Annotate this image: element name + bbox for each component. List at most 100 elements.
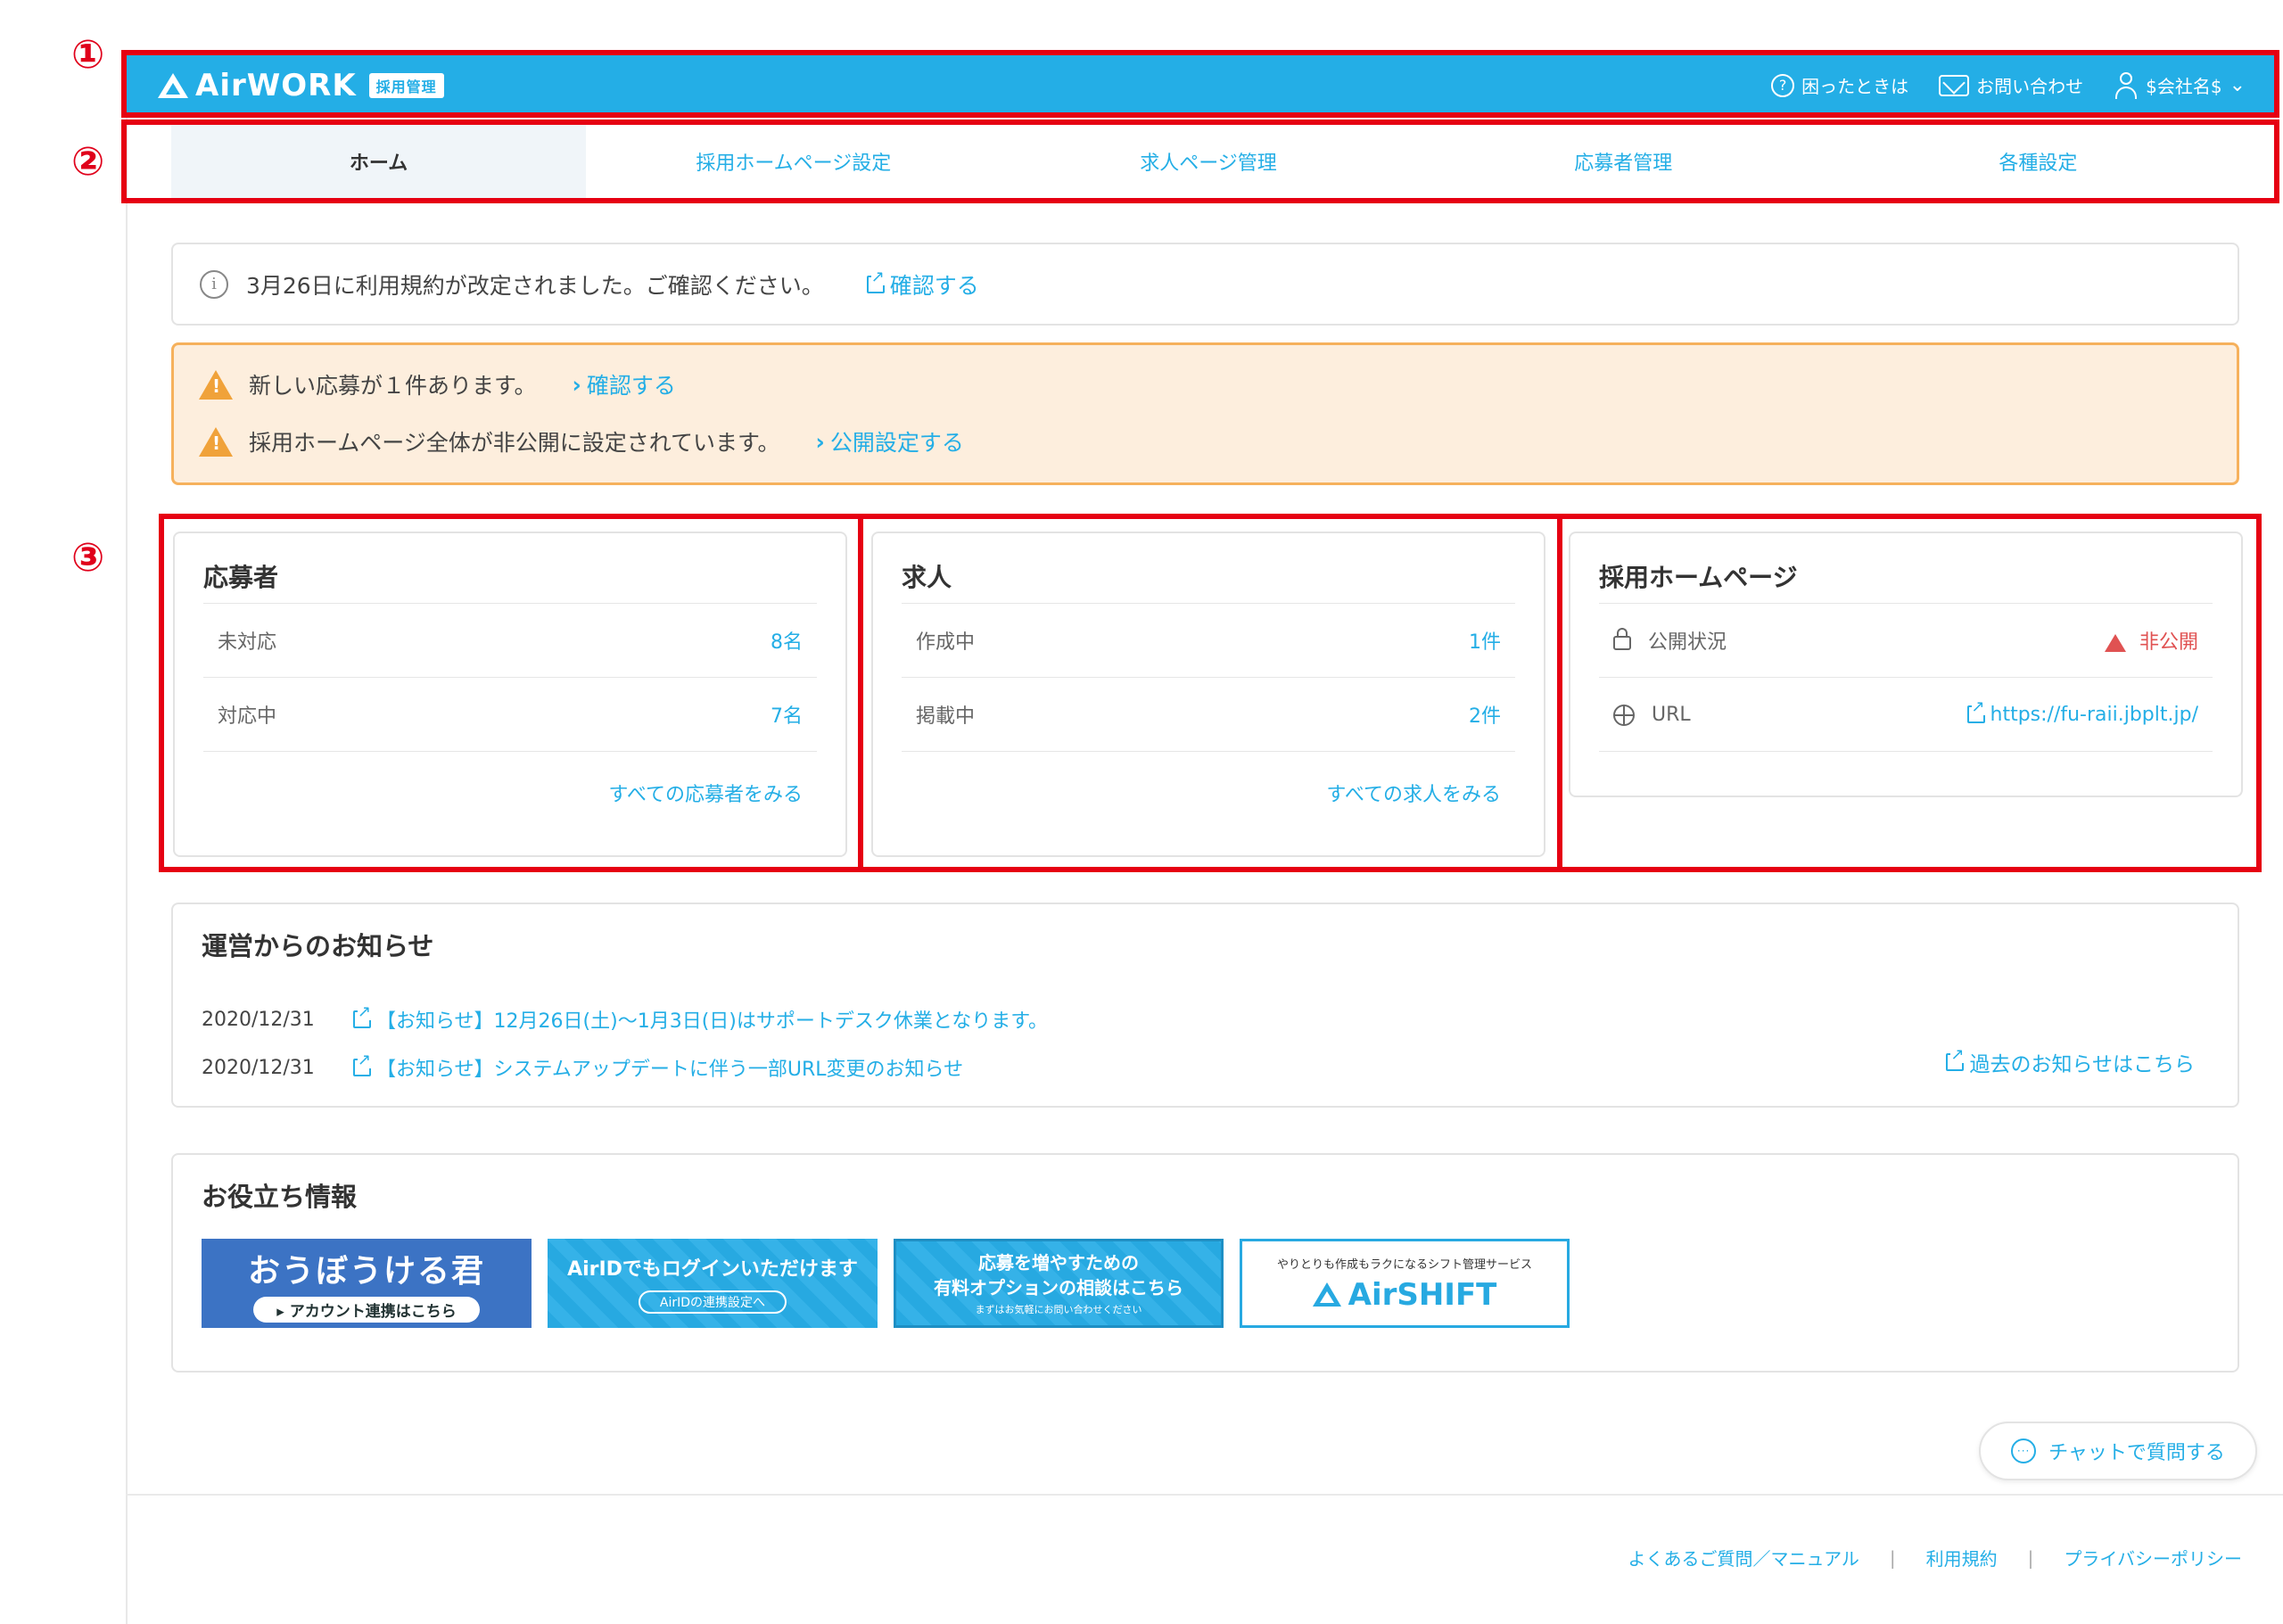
news-date: 2020/12/31 <box>202 1008 315 1031</box>
airshift-banner-title-wrap: AirSHIFT <box>1312 1277 1496 1313</box>
paid-option-banner[interactable]: 応募を増やすための 有料オプションの相談はこちら まずはお気軽にお問い合わせくだ… <box>894 1239 1224 1328</box>
logo-text: AirWORK <box>195 67 357 103</box>
jobs-draft-row[interactable]: 作成中 1件 <box>902 604 1515 678</box>
footer-separator: | <box>2027 1546 2034 1569</box>
card-title: 求人 <box>902 553 1515 604</box>
news-item: 2020/12/31 【お知らせ】12月26日(土)～1月3日(日)はサポートデ… <box>202 995 2209 1043</box>
past-news-link[interactable]: 過去のお知らせはこちら <box>1946 1047 2195 1077</box>
status-badge[interactable]: 非公開 <box>2104 626 2198 655</box>
all-applicants-link[interactable]: すべての応募者をみる <box>203 752 817 807</box>
status-value: 非公開 <box>2139 631 2198 654</box>
airid-banner-title: AirIDでもログインいただけます <box>567 1258 858 1281</box>
row-label: 公開状況 <box>1648 631 1727 654</box>
external-link-icon <box>866 268 885 293</box>
warning-icon <box>199 369 233 400</box>
news-item: 2020/12/31 【お知らせ】システムアップデートに伴う一部URL変更のお知… <box>202 1043 2209 1092</box>
paid-option-line2: 有料オプションの相談はこちら <box>934 1277 1183 1298</box>
contact-label: お問い合わせ <box>1976 76 2084 97</box>
airshift-banner[interactable]: やりとりも作成もラクになるシフト管理サービス AirSHIFT <box>1240 1239 1570 1328</box>
terms-confirm-link[interactable]: 確認する <box>866 268 979 301</box>
paid-option-line1: 応募を増やすための <box>978 1252 1139 1274</box>
homepage-status-row: 公開状況 非公開 <box>1599 604 2213 678</box>
publish-settings-link[interactable]: › 公開設定する <box>816 425 964 458</box>
applicants-card: 応募者 未対応 8名 対応中 7名 すべての応募者をみる <box>173 532 847 857</box>
airshift-banner-sub: やりとりも作成もラクになるシフト管理サービス <box>1276 1257 1532 1272</box>
app-header: AirWORK 採用管理 ? 困ったときは お問い合わせ $会社名$ ⌄ <box>126 55 2274 115</box>
warning-icon <box>199 426 233 457</box>
external-link-icon <box>1966 699 1985 723</box>
footer-privacy-link[interactable]: プライバシーポリシー <box>2064 1545 2242 1570</box>
row-value[interactable]: 8名 <box>771 626 803 655</box>
chevron-right-icon: › <box>815 428 825 455</box>
footer-separator: | <box>1889 1546 1896 1569</box>
row-label: 未対応 <box>218 631 277 654</box>
new-application-confirm-link[interactable]: › 確認する <box>573 368 676 400</box>
help-link[interactable]: ? 困ったときは <box>1771 72 1908 98</box>
jobs-card: 求人 作成中 1件 掲載中 2件 すべての求人をみる <box>871 532 1545 857</box>
applicants-unhandled-row[interactable]: 未対応 8名 <box>203 604 817 678</box>
terms-notice-text: 3月26日に利用規約が改定されました。ご確認ください。 <box>246 272 824 299</box>
contact-link[interactable]: お問い合わせ <box>1939 72 2083 98</box>
lock-icon <box>1613 628 1631 650</box>
all-jobs-link[interactable]: すべての求人をみる <box>902 752 1515 807</box>
marker-2: ② <box>71 139 105 185</box>
news-date: 2020/12/31 <box>202 1056 315 1079</box>
publish-settings-label: 公開設定する <box>829 430 964 456</box>
tab-homepage-settings[interactable]: 採用ホームページ設定 <box>586 125 1001 198</box>
logo[interactable]: AirWORK 採用管理 <box>158 68 444 103</box>
chat-label: チャットで質問する <box>2048 1442 2225 1464</box>
chat-button[interactable]: ··· チャットで質問する <box>1979 1422 2257 1480</box>
header-actions: ? 困ったときは お問い合わせ $会社名$ ⌄ <box>1771 71 2246 99</box>
account-menu[interactable]: $会社名$ ⌄ <box>2114 71 2246 99</box>
oubo-banner-sub: ▸ アカウント連携はこちら <box>253 1296 480 1323</box>
tab-job-pages[interactable]: 求人ページ管理 <box>1001 125 1415 198</box>
tab-home[interactable]: ホーム <box>171 125 587 198</box>
paid-option-sub: まずはお気軽にお問い合わせください <box>975 1304 1142 1315</box>
homepage-url-link[interactable]: https://fu-raii.jbplt.jp/ <box>1966 699 2199 726</box>
footer-divider <box>126 1494 2283 1496</box>
homepage-card: 採用ホームページ 公開状況 非公開 URL https://fu-raii.jb… <box>1569 532 2243 797</box>
row-label: URL <box>1652 703 1691 726</box>
card-title: 採用ホームページ <box>1599 553 2213 604</box>
mail-icon <box>1939 74 1970 96</box>
help-icon: ? <box>1771 73 1795 97</box>
terms-notice: i 3月26日に利用規約が改定されました。ご確認ください。 確認する <box>171 243 2239 326</box>
jobs-published-row[interactable]: 掲載中 2件 <box>902 678 1515 752</box>
marker-3: ③ <box>71 535 105 581</box>
external-link-icon <box>353 1052 372 1076</box>
news-section: 運営からのお知らせ 2020/12/31 【お知らせ】12月26日(土)～1月3… <box>171 903 2239 1108</box>
marker-1: ① <box>71 32 105 78</box>
row-value[interactable]: 2件 <box>1469 700 1501 729</box>
applicants-inprogress-row[interactable]: 対応中 7名 <box>203 678 817 752</box>
oubo-banner-title: おうぼうける君 <box>247 1252 485 1290</box>
footer-terms-link[interactable]: 利用規約 <box>1926 1545 1998 1570</box>
warning-text: 採用ホームページ全体が非公開に設定されています。 <box>249 430 780 456</box>
row-value[interactable]: 1件 <box>1469 626 1501 655</box>
row-label: 掲載中 <box>916 705 976 728</box>
external-link-icon <box>1946 1047 1965 1071</box>
airid-banner[interactable]: AirIDでもログインいただけます AirIDの連携設定へ <box>548 1239 878 1328</box>
banner-list: おうぼうける君 ▸ アカウント連携はこちら AirIDでもログインいただけます … <box>202 1239 2209 1328</box>
footer-faq-link[interactable]: よくあるご質問／マニュアル <box>1628 1545 1859 1570</box>
tab-applicants[interactable]: 応募者管理 <box>1416 125 1831 198</box>
status-label-wrap: 公開状況 <box>1613 626 1727 655</box>
account-label: $会社名$ <box>2146 76 2222 97</box>
url-value: https://fu-raii.jbplt.jp/ <box>1990 703 2199 726</box>
row-value[interactable]: 7名 <box>771 700 803 729</box>
user-icon <box>2114 71 2139 99</box>
help-label: 困ったときは <box>1801 76 1909 97</box>
airwork-logo-icon <box>158 72 188 98</box>
tab-settings[interactable]: 各種設定 <box>1831 125 2246 198</box>
chevron-right-icon: › <box>572 371 581 398</box>
news-link[interactable]: 【お知らせ】システムアップデートに伴う一部URL変更のお知らせ <box>353 1052 963 1082</box>
main-tabs: ホーム 採用ホームページ設定 求人ページ管理 応募者管理 各種設定 <box>171 125 2246 198</box>
left-rule <box>126 115 128 1624</box>
news-title: 運営からのお知らせ <box>202 931 434 961</box>
news-link[interactable]: 【お知らせ】12月26日(土)～1月3日(日)はサポートデスク休業となります。 <box>353 1004 1048 1034</box>
logo-badge: 採用管理 <box>368 72 444 98</box>
oubo-banner[interactable]: おうぼうける君 ▸ アカウント連携はこちら <box>202 1239 532 1328</box>
warning-text: 新しい応募が１件あります。 <box>249 373 537 399</box>
url-label-wrap: URL <box>1613 704 1691 726</box>
airid-banner-sub: AirIDの連携設定へ <box>638 1290 787 1314</box>
footer: よくあるご質問／マニュアル | 利用規約 | プライバシーポリシー <box>1628 1545 2242 1570</box>
